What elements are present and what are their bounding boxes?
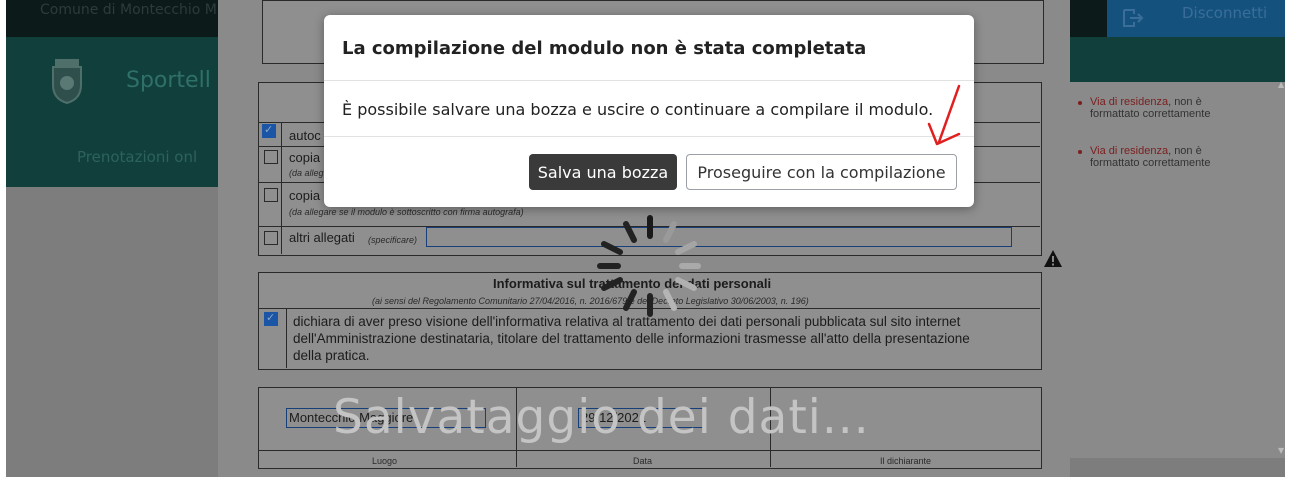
municipal-crest-icon bbox=[52, 59, 82, 105]
date-label: Data bbox=[633, 456, 653, 466]
divider bbox=[258, 450, 1040, 451]
attachment-label-3: copia bbox=[289, 188, 321, 203]
municipality-name: Comune di Montecchio M bbox=[40, 2, 217, 18]
save-draft-button[interactable]: Salva una bozza bbox=[529, 154, 677, 190]
attachment-hint-4: (specificare) bbox=[368, 235, 418, 245]
validation-panel bbox=[1070, 82, 1285, 458]
attachment-checkbox-4[interactable] bbox=[264, 231, 278, 245]
privacy-declaration-line3: della pratica. bbox=[293, 348, 370, 363]
annotation-arrow-icon bbox=[927, 84, 961, 146]
attachment-label-2: copia bbox=[289, 150, 321, 165]
panel-scrollbar[interactable]: ▲ ▼ bbox=[1278, 80, 1285, 456]
loading-spinner-icon bbox=[597, 215, 701, 317]
error-link[interactable]: Via di residenza bbox=[1090, 145, 1168, 157]
dialog-title: La compilazione del modulo non è stata c… bbox=[342, 38, 867, 59]
page-margin-right bbox=[1285, 0, 1291, 477]
error-message: formattato correttamente bbox=[1090, 108, 1211, 120]
signer-label: Il dichiarante bbox=[880, 456, 932, 466]
error-message: , non è bbox=[1168, 96, 1202, 108]
validation-error-2[interactable]: Via di residenza, non è formattato corre… bbox=[1090, 145, 1210, 169]
attachment-note-2: (da alleg bbox=[289, 168, 324, 178]
bullet bbox=[1078, 150, 1082, 154]
validation-error-1[interactable]: Via di residenza, non è formattato corre… bbox=[1090, 96, 1210, 120]
nav-item-prenotazioni[interactable]: Prenotazioni onl bbox=[77, 148, 197, 166]
privacy-declaration-line2: dell'Amministrazione destinataria, titol… bbox=[293, 331, 970, 346]
privacy-checkbox[interactable] bbox=[264, 311, 278, 326]
dialog-divider bbox=[324, 136, 974, 137]
portal-title: Sportell bbox=[126, 68, 211, 93]
dialog-divider bbox=[324, 80, 974, 81]
logout-label: Disconnetti bbox=[1182, 4, 1268, 22]
place-label: Luogo bbox=[372, 456, 398, 466]
error-message: , non è bbox=[1168, 145, 1202, 157]
dialog-message: È possibile salvare una bozza e uscire o… bbox=[342, 100, 934, 119]
continue-filling-button[interactable]: Proseguire con la compilazione bbox=[686, 154, 957, 190]
bullet bbox=[1078, 101, 1082, 105]
divider bbox=[281, 122, 282, 254]
attachment-note-3: (da allegare se il modulo è sottoscritto… bbox=[289, 207, 524, 217]
warning-icon[interactable] bbox=[1043, 249, 1063, 269]
attachment-checkbox-2[interactable] bbox=[264, 150, 278, 164]
divider bbox=[286, 308, 287, 368]
error-link[interactable]: Via di residenza bbox=[1090, 96, 1168, 108]
logout-icon bbox=[1123, 9, 1144, 27]
saving-status-text: Salvataggio dei dati... bbox=[333, 390, 870, 445]
attachment-checkbox-1[interactable] bbox=[262, 123, 276, 138]
attachment-label-1: autoc bbox=[289, 128, 321, 143]
attachment-label-4: altri allegati bbox=[289, 230, 355, 245]
error-message: formattato correttamente bbox=[1090, 157, 1211, 169]
other-attachments-input[interactable] bbox=[426, 227, 1012, 247]
attachment-checkbox-3[interactable] bbox=[264, 188, 278, 202]
